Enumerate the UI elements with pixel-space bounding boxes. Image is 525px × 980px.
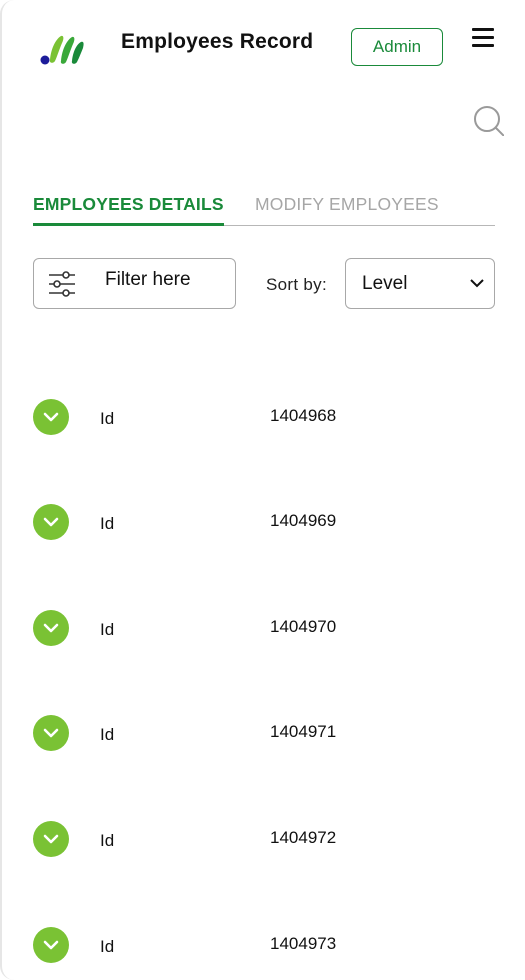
list-item: Id 1404971 [0,715,525,755]
field-label: Id [100,514,115,533]
list-item: Id 1404969 [0,504,525,544]
employee-id-value: 1404970 [270,617,337,636]
chevron-down-icon [43,834,59,844]
brand-logo [40,35,84,65]
search-icon[interactable] [472,104,504,136]
filter-label: Filter here [105,269,191,290]
sliders-icon [49,271,75,297]
employee-id-value: 1404969 [270,511,337,530]
sort-label: Sort by: [266,275,327,294]
list-item: Id 1404973 [0,927,525,967]
employee-id-value: 1404972 [270,828,337,847]
active-tab-indicator [33,223,224,226]
chevron-down-icon [43,940,59,950]
admin-button[interactable]: Admin [351,28,443,66]
expand-button[interactable] [33,399,69,435]
list-item: Id 1404972 [0,821,525,861]
hamburger-icon[interactable] [472,28,494,48]
list-item: Id 1404968 [0,399,525,439]
chevron-down-icon [43,517,59,527]
chevron-down-icon [43,623,59,633]
tab-label: MODIFY EMPLOYEES [255,194,439,214]
sort-selected-value: Level [362,273,408,294]
tab-bar: EMPLOYEES DETAILS MODIFY EMPLOYEES [33,190,495,228]
employee-id-value: 1404968 [270,406,337,425]
field-label: Id [100,409,115,428]
chevron-down-icon [43,728,59,738]
sort-select[interactable]: Level [345,258,495,309]
employee-id-value: 1404971 [270,722,337,741]
chevron-down-icon [43,412,59,422]
expand-button[interactable] [33,821,69,857]
chevron-down-icon [470,279,484,288]
tab-employees-details[interactable]: EMPLOYEES DETAILS [33,194,224,226]
expand-button[interactable] [33,504,69,540]
tab-modify-employees[interactable]: MODIFY EMPLOYEES [255,194,439,215]
expand-button[interactable] [33,715,69,751]
filter-button[interactable]: Filter here [33,258,236,309]
field-label: Id [100,620,115,639]
field-label: Id [100,937,115,956]
list-item: Id 1404970 [0,610,525,650]
field-label: Id [100,725,115,744]
tab-label: EMPLOYEES DETAILS [33,194,224,214]
expand-button[interactable] [33,610,69,646]
field-label: Id [100,831,115,850]
employee-id-value: 1404973 [270,934,337,953]
app-title: Employees Record [121,30,314,53]
